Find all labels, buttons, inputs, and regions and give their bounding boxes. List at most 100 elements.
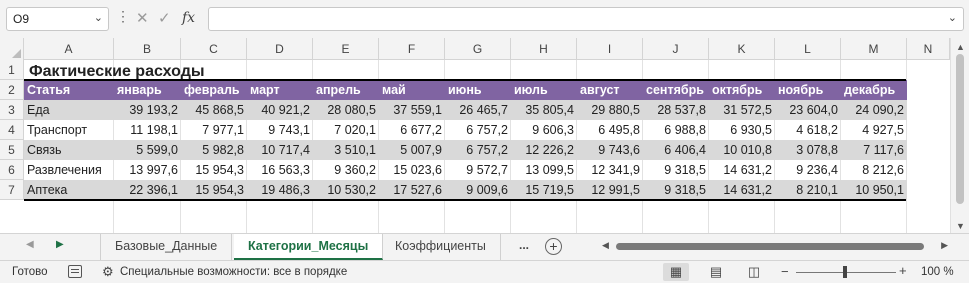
value-cell[interactable]: 40 921,2 bbox=[247, 100, 313, 120]
value-cell[interactable]: 12 341,9 bbox=[577, 160, 643, 180]
value-cell[interactable]: 6 495,8 bbox=[577, 120, 643, 140]
next-sheet-icon[interactable]: ▶ bbox=[56, 239, 64, 250]
value-cell[interactable]: 28 537,8 bbox=[643, 100, 709, 120]
column-header[interactable]: E bbox=[313, 38, 379, 60]
value-cell[interactable]: 4 927,5 bbox=[841, 120, 907, 140]
value-cell[interactable]: 26 465,7 bbox=[445, 100, 511, 120]
column-header[interactable]: K bbox=[709, 38, 775, 60]
header-cell[interactable]: март bbox=[247, 80, 313, 100]
value-cell[interactable]: 15 954,3 bbox=[181, 160, 247, 180]
header-cell[interactable]: ноябрь bbox=[775, 80, 841, 100]
header-cell[interactable]: июнь bbox=[445, 80, 511, 100]
column-header[interactable]: H bbox=[511, 38, 577, 60]
formula-input[interactable]: ⌄ bbox=[208, 7, 964, 31]
value-cell[interactable]: 10 010,8 bbox=[709, 140, 775, 160]
tab-kategorii-mesyatsy[interactable]: Категории_Месяцы bbox=[234, 234, 384, 260]
value-cell[interactable]: 17 527,6 bbox=[379, 180, 445, 200]
value-cell[interactable]: 6 757,2 bbox=[445, 140, 511, 160]
value-cell[interactable]: 5 982,8 bbox=[181, 140, 247, 160]
add-sheet-button[interactable]: + bbox=[545, 238, 562, 255]
header-cell[interactable]: декабрь bbox=[841, 80, 907, 100]
row-header[interactable]: 5 bbox=[0, 140, 24, 160]
value-cell[interactable]: 13 997,6 bbox=[114, 160, 181, 180]
column-header[interactable]: I bbox=[577, 38, 643, 60]
expand-formula-icon[interactable]: ⌄ bbox=[948, 11, 957, 24]
select-all-corner[interactable] bbox=[0, 38, 24, 60]
zoom-level[interactable]: 100 % bbox=[921, 266, 954, 278]
value-cell[interactable]: 9 318,5 bbox=[643, 180, 709, 200]
header-cell[interactable]: май bbox=[379, 80, 445, 100]
scroll-down-icon[interactable]: ▼ bbox=[956, 221, 965, 231]
page-layout-view-icon[interactable]: ▤ bbox=[703, 263, 729, 281]
value-cell[interactable]: 15 719,5 bbox=[511, 180, 577, 200]
header-cell[interactable]: сентябрь bbox=[643, 80, 709, 100]
row-label-cell[interactable]: Связь bbox=[24, 140, 114, 160]
column-header[interactable]: M bbox=[841, 38, 907, 60]
value-cell[interactable]: 9 743,1 bbox=[247, 120, 313, 140]
value-cell[interactable]: 7 020,1 bbox=[313, 120, 379, 140]
page-break-view-icon[interactable]: ◫ bbox=[741, 263, 767, 281]
header-cell[interactable]: февраль bbox=[181, 80, 247, 100]
zoom-slider-thumb[interactable] bbox=[843, 266, 847, 278]
value-cell[interactable]: 6 988,8 bbox=[643, 120, 709, 140]
value-cell[interactable]: 3 510,1 bbox=[313, 140, 379, 160]
header-cell[interactable]: октябрь bbox=[709, 80, 775, 100]
value-cell[interactable]: 11 198,1 bbox=[114, 120, 181, 140]
column-header[interactable]: L bbox=[775, 38, 841, 60]
value-cell[interactable]: 9 572,7 bbox=[445, 160, 511, 180]
value-cell[interactable]: 39 193,2 bbox=[114, 100, 181, 120]
value-cell[interactable]: 31 572,5 bbox=[709, 100, 775, 120]
value-cell[interactable]: 14 631,2 bbox=[709, 180, 775, 200]
value-cell[interactable]: 35 805,4 bbox=[511, 100, 577, 120]
value-cell[interactable]: 9 236,4 bbox=[775, 160, 841, 180]
value-cell[interactable]: 15 954,3 bbox=[181, 180, 247, 200]
header-cell[interactable]: январь bbox=[114, 80, 181, 100]
value-cell[interactable]: 4 618,2 bbox=[775, 120, 841, 140]
header-cell[interactable]: апрель bbox=[313, 80, 379, 100]
cancel-icon[interactable]: ✕ bbox=[136, 9, 149, 27]
normal-view-icon[interactable]: ▦ bbox=[663, 263, 689, 281]
column-header[interactable]: A bbox=[24, 38, 114, 60]
row-header[interactable]: 7 bbox=[0, 180, 24, 200]
value-cell[interactable]: 7 117,6 bbox=[841, 140, 907, 160]
macro-recording-icon[interactable] bbox=[68, 265, 82, 278]
value-cell[interactable]: 14 631,2 bbox=[709, 160, 775, 180]
more-vertical-icon[interactable]: ⋮ bbox=[116, 9, 130, 23]
column-header[interactable]: B bbox=[114, 38, 181, 60]
value-cell[interactable]: 3 078,8 bbox=[775, 140, 841, 160]
vertical-scrollbar[interactable]: ▲ ▼ bbox=[950, 38, 969, 233]
column-header[interactable]: C bbox=[181, 38, 247, 60]
value-cell[interactable]: 8 212,6 bbox=[841, 160, 907, 180]
accessibility-icon[interactable]: ⚙ bbox=[102, 264, 114, 280]
column-header[interactable]: D bbox=[247, 38, 313, 60]
row-header[interactable]: 3 bbox=[0, 100, 24, 120]
value-cell[interactable]: 9 009,6 bbox=[445, 180, 511, 200]
scroll-right-icon[interactable]: ▶ bbox=[941, 240, 948, 251]
column-header[interactable]: F bbox=[379, 38, 445, 60]
value-cell[interactable]: 9 318,5 bbox=[643, 160, 709, 180]
value-cell[interactable]: 5 599,0 bbox=[114, 140, 181, 160]
column-header[interactable]: G bbox=[445, 38, 511, 60]
value-cell[interactable]: 10 950,1 bbox=[841, 180, 907, 200]
accessibility-status[interactable]: Специальные возможности: все в порядке bbox=[120, 266, 347, 278]
header-cell[interactable]: Статья bbox=[24, 80, 114, 100]
column-header[interactable]: N bbox=[907, 38, 950, 60]
insert-function-icon[interactable]: fx bbox=[182, 10, 195, 26]
header-cell[interactable]: август bbox=[577, 80, 643, 100]
value-cell[interactable]: 6 757,2 bbox=[445, 120, 511, 140]
value-cell[interactable]: 9 606,3 bbox=[511, 120, 577, 140]
worksheet-grid[interactable]: ABCDEFGHIJKLMN 1 2 3 4 5 6 7 Фактические расход… bbox=[0, 38, 969, 233]
value-cell[interactable]: 24 090,2 bbox=[841, 100, 907, 120]
value-cell[interactable]: 12 226,2 bbox=[511, 140, 577, 160]
column-header[interactable]: J bbox=[643, 38, 709, 60]
value-cell[interactable]: 10 717,4 bbox=[247, 140, 313, 160]
tab-bazovye-dannye[interactable]: Базовые_Данные bbox=[100, 234, 233, 260]
value-cell[interactable]: 29 880,5 bbox=[577, 100, 643, 120]
tab-koeffitsienty[interactable]: Коэффициенты bbox=[381, 234, 501, 260]
value-cell[interactable]: 16 563,3 bbox=[247, 160, 313, 180]
value-cell[interactable]: 19 486,3 bbox=[247, 180, 313, 200]
name-box[interactable]: O9 ⌄ bbox=[6, 7, 109, 31]
more-sheets-button[interactable]: ... bbox=[519, 238, 529, 252]
value-cell[interactable]: 9 743,6 bbox=[577, 140, 643, 160]
row-label-cell[interactable]: Аптека bbox=[24, 180, 114, 200]
